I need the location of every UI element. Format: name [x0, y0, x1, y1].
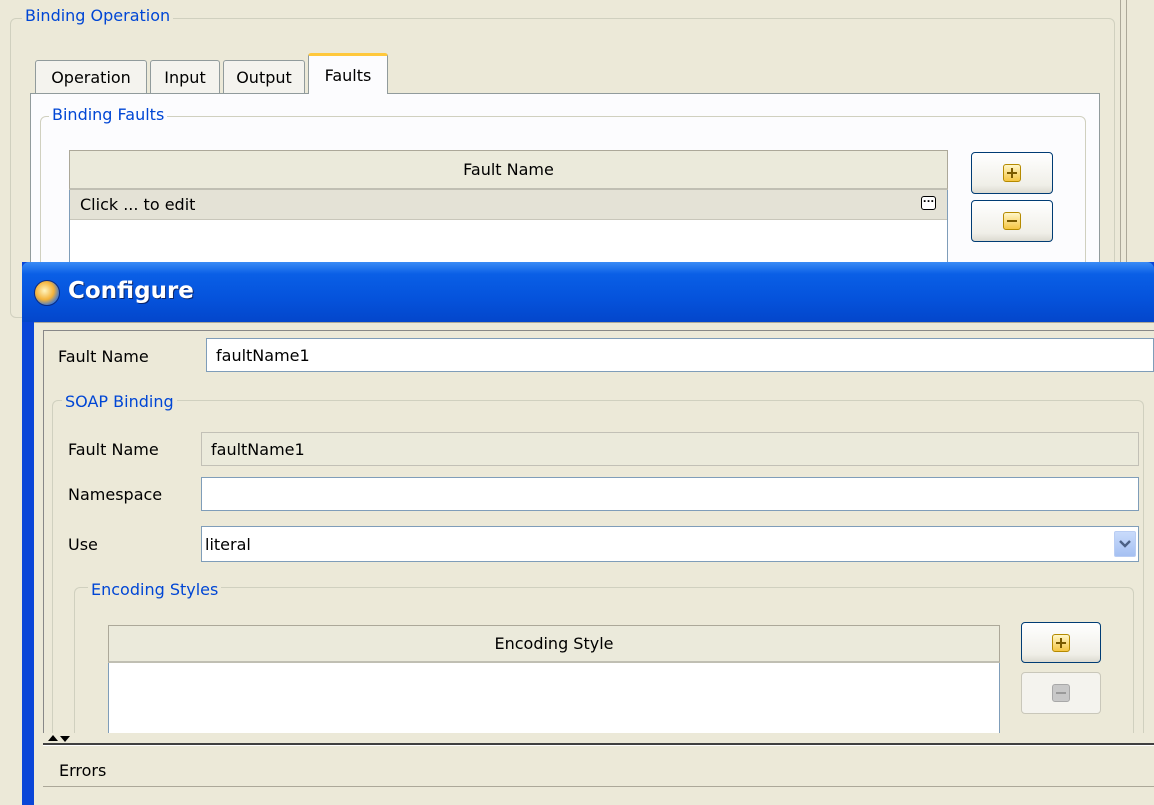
tab-operation-label: Operation — [51, 67, 131, 87]
binding-operation-title: Binding Operation — [22, 6, 174, 25]
tab-faults[interactable]: Faults — [308, 53, 388, 94]
use-label: Use — [68, 535, 98, 554]
fault-name-field[interactable]: faultName1 — [206, 338, 1154, 372]
ellipsis-icon[interactable]: ... — [921, 195, 936, 210]
remove-fault-button[interactable] — [971, 200, 1053, 242]
table-row[interactable]: Click ... to edit — [70, 190, 947, 220]
use-value: literal — [205, 534, 251, 554]
errors-header-divider — [43, 786, 1154, 787]
tab-faults-label: Faults — [324, 65, 372, 85]
errors-label: Errors — [59, 761, 107, 780]
add-icon — [1003, 164, 1021, 182]
splitter-down-icon[interactable] — [60, 736, 70, 742]
use-select[interactable]: literal — [201, 526, 1139, 562]
tab-output-label: Output — [236, 67, 292, 87]
add-icon — [1052, 633, 1070, 652]
namespace-field[interactable] — [201, 477, 1139, 511]
client-top-edge — [34, 322, 1154, 323]
soap-fault-name-value: faultName1 — [211, 439, 305, 459]
splitter-highlight — [43, 745, 1154, 746]
tab-output[interactable]: Output — [223, 60, 305, 93]
tab-operation[interactable]: Operation — [35, 60, 147, 93]
encoding-styles-title: Encoding Styles — [88, 580, 222, 599]
tab-input-label: Input — [164, 67, 206, 87]
fault-name-label: Fault Name — [58, 347, 149, 366]
encoding-style-column-header[interactable]: Encoding Style — [108, 625, 1000, 663]
chevron-down-icon[interactable] — [1114, 531, 1136, 557]
soap-binding-title: SOAP Binding — [62, 392, 177, 411]
remove-icon — [1052, 684, 1070, 702]
binding-faults-title: Binding Faults — [49, 105, 168, 124]
add-fault-button[interactable] — [971, 152, 1053, 194]
fault-name-value: faultName1 — [216, 345, 310, 365]
soap-fault-name-label: Fault Name — [68, 440, 159, 459]
splitter-up-icon[interactable] — [48, 735, 58, 741]
fault-name-column-header[interactable]: Fault Name — [69, 150, 948, 190]
dialog-title: Configure — [68, 278, 194, 304]
dialog-client-area: Fault Name faultName1 SOAP Binding Fault… — [34, 322, 1154, 805]
encoding-style-column-label: Encoding Style — [494, 634, 614, 653]
fault-name-cell: Click ... to edit — [80, 195, 196, 214]
remove-icon — [1003, 212, 1021, 230]
fault-name-column-label: Fault Name — [463, 160, 554, 179]
remove-encoding-style-button — [1021, 672, 1101, 714]
tab-input[interactable]: Input — [150, 60, 220, 93]
configure-app-icon — [34, 280, 60, 306]
namespace-label: Namespace — [68, 485, 163, 504]
configure-dialog: Configure Fault Name faultName1 SOAP Bin… — [22, 262, 1154, 805]
soap-fault-name-field: faultName1 — [201, 432, 1139, 466]
add-encoding-style-button[interactable] — [1021, 622, 1101, 663]
